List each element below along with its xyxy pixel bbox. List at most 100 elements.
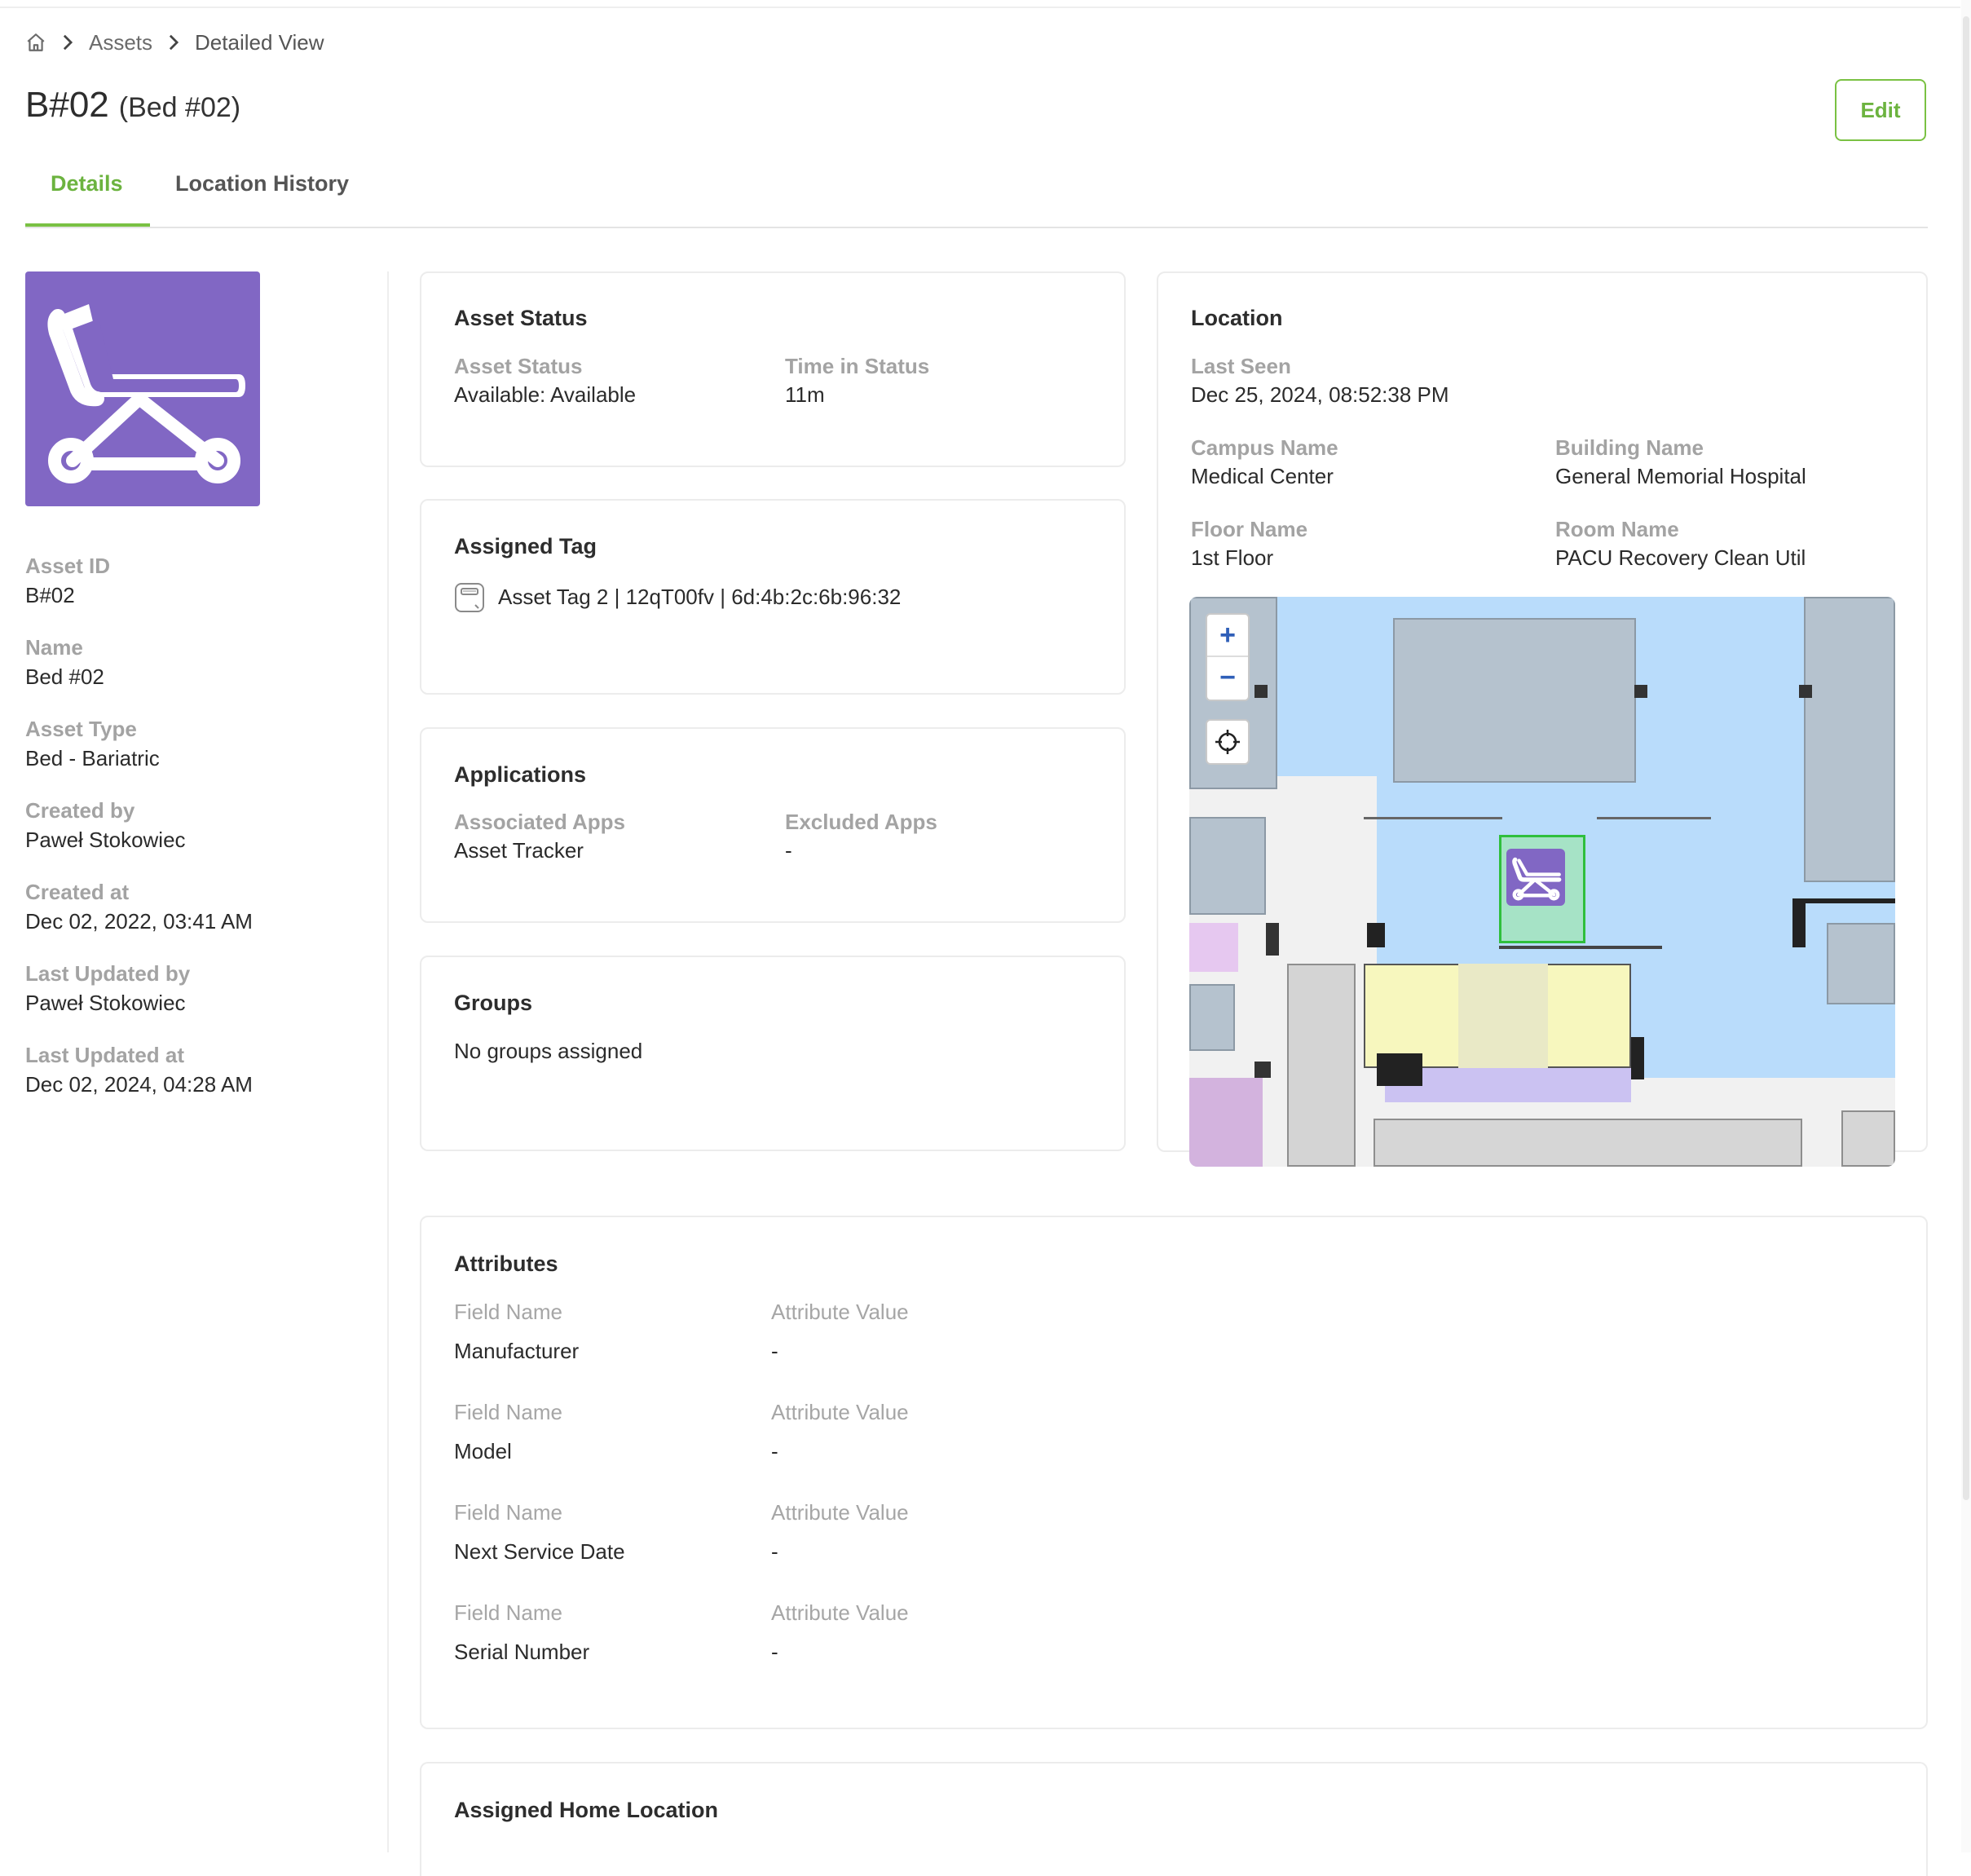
map-room-gray: [1374, 1119, 1802, 1167]
field-name-label: Field Name: [454, 1600, 562, 1625]
edit-button[interactable]: Edit: [1835, 79, 1926, 141]
time-in-status-label: Time in Status: [785, 354, 930, 378]
chevron-right-icon: [61, 33, 74, 51]
meta-label: Asset ID: [25, 554, 111, 578]
tab-details[interactable]: Details: [51, 171, 123, 196]
card-title: Assigned Tag: [454, 534, 597, 558]
card-title: Assigned Home Location: [454, 1798, 719, 1822]
map-wall: [1377, 1053, 1422, 1086]
bed-icon: [1506, 849, 1565, 906]
map-wall: [1367, 923, 1385, 947]
meta-name: Name Bed #02: [25, 633, 368, 714]
attribute-value-label: Attribute Value: [771, 1300, 909, 1324]
attribute-value: -: [771, 1439, 778, 1463]
last-seen-value: Dec 25, 2024, 08:52:38 PM: [1191, 382, 1449, 407]
meta-label: Created at: [25, 880, 130, 904]
time-in-status-value: 11m: [785, 382, 825, 407]
map-wall: [1792, 898, 1895, 903]
page-scrollbar[interactable]: [1961, 0, 1971, 1852]
asset-status-card: Asset Status Asset Status Available: Ava…: [420, 271, 1126, 467]
meta-label: Last Updated at: [25, 1043, 185, 1067]
card-title: Groups: [454, 991, 533, 1015]
map-room-yellow-detail: [1458, 964, 1548, 1068]
attribute-value-label: Attribute Value: [771, 1500, 909, 1525]
attribute-field: Manufacturer: [454, 1339, 580, 1363]
meta-asset-type: Asset Type Bed - Bariatric: [25, 714, 368, 796]
assigned-tag-value[interactable]: Asset Tag 2 | 12qT00fv | 6d:4b:2c:6b:96:…: [498, 585, 901, 610]
meta-label: Created by: [25, 798, 135, 823]
attribute-field: Serial Number: [454, 1640, 590, 1664]
map-door: [1634, 685, 1647, 698]
campus-name-value: Medical Center: [1191, 464, 1334, 488]
meta-value: Bed #02: [25, 664, 104, 689]
meta-last-updated-by: Last Updated by Paweł Stokowiec: [25, 959, 368, 1040]
map-room: [1393, 618, 1636, 783]
applications-card: Applications Associated Apps Asset Track…: [420, 727, 1126, 923]
map-room-gray: [1841, 1110, 1895, 1167]
map-room: [1189, 984, 1235, 1051]
map-wall: [1499, 946, 1662, 949]
last-seen-label: Last Seen: [1191, 354, 1291, 378]
associated-apps-value: Asset Tracker: [454, 838, 584, 863]
breadcrumb-assets-link[interactable]: Assets: [89, 30, 152, 55]
meta-asset-id: Asset ID B#02: [25, 551, 368, 633]
asset-image: [25, 271, 260, 506]
attribute-value-label: Attribute Value: [771, 1600, 909, 1625]
associated-apps-label: Associated Apps: [454, 810, 625, 834]
column-divider: [387, 271, 389, 1852]
groups-empty-text: No groups assigned: [454, 1039, 643, 1063]
attribute-field: Next Service Date: [454, 1539, 625, 1564]
attribute-value-label: Attribute Value: [771, 1400, 909, 1424]
map-wall: [1597, 817, 1711, 819]
map-room: [1189, 817, 1266, 915]
card-title: Attributes: [454, 1251, 558, 1276]
meta-created-at: Created at Dec 02, 2022, 03:41 AM: [25, 877, 368, 959]
map-room-pink: [1189, 1078, 1263, 1167]
attributes-card: Attributes Field Name Attribute Value Ma…: [420, 1216, 1928, 1729]
crosshair-icon: [1215, 730, 1240, 754]
asset-status-label: Asset Status: [454, 354, 583, 378]
attribute-value: -: [771, 1339, 778, 1363]
map-wall: [1631, 1037, 1644, 1079]
breadcrumb-current: Detailed View: [195, 29, 324, 55]
map-room: [1804, 597, 1895, 882]
excluded-apps-value: -: [785, 838, 792, 863]
field-name-label: Field Name: [454, 1400, 562, 1424]
meta-value: B#02: [25, 583, 75, 607]
meta-value: Dec 02, 2022, 03:41 AM: [25, 909, 253, 934]
card-title: Asset Status: [454, 306, 588, 330]
attribute-value: -: [771, 1539, 778, 1564]
asset-status-value: Available: Available: [454, 382, 637, 407]
meta-value: Paweł Stokowiec: [25, 991, 186, 1015]
scrollbar-thumb[interactable]: [1963, 16, 1969, 1500]
building-name-label: Building Name: [1555, 435, 1704, 460]
chevron-right-icon: [167, 33, 180, 51]
room-name-label: Room Name: [1555, 517, 1679, 541]
attribute-value: -: [771, 1640, 778, 1664]
map-wall: [1792, 898, 1806, 947]
zoom-out-button[interactable]: −: [1207, 657, 1248, 698]
meta-value: Paweł Stokowiec: [25, 828, 186, 852]
home-location-card: Assigned Home Location: [420, 1762, 1928, 1876]
zoom-in-button[interactable]: +: [1207, 615, 1248, 657]
asset-map-marker[interactable]: [1499, 835, 1585, 943]
home-icon[interactable]: [25, 32, 46, 53]
zoom-controls: + −: [1206, 613, 1250, 701]
map-door: [1254, 685, 1268, 698]
building-name-value: General Memorial Hospital: [1555, 464, 1806, 488]
asset-name-subtitle: (Bed #02): [118, 92, 241, 123]
floor-name-label: Floor Name: [1191, 517, 1308, 541]
campus-name-label: Campus Name: [1191, 435, 1338, 460]
card-title: Applications: [454, 762, 587, 787]
map-wall: [1254, 1062, 1271, 1078]
meta-label: Name: [25, 635, 83, 660]
card-title: Location: [1191, 306, 1283, 330]
assigned-tag-card: Assigned Tag Asset Tag 2 | 12qT00fv | 6d…: [420, 499, 1126, 695]
map-room-pink: [1189, 923, 1238, 972]
floor-map[interactable]: + −: [1189, 597, 1895, 1167]
field-name-label: Field Name: [454, 1300, 562, 1324]
top-divider: [0, 7, 1960, 8]
tab-location-history[interactable]: Location History: [175, 171, 349, 196]
locate-button[interactable]: [1206, 719, 1250, 765]
meta-label: Last Updated by: [25, 961, 191, 986]
